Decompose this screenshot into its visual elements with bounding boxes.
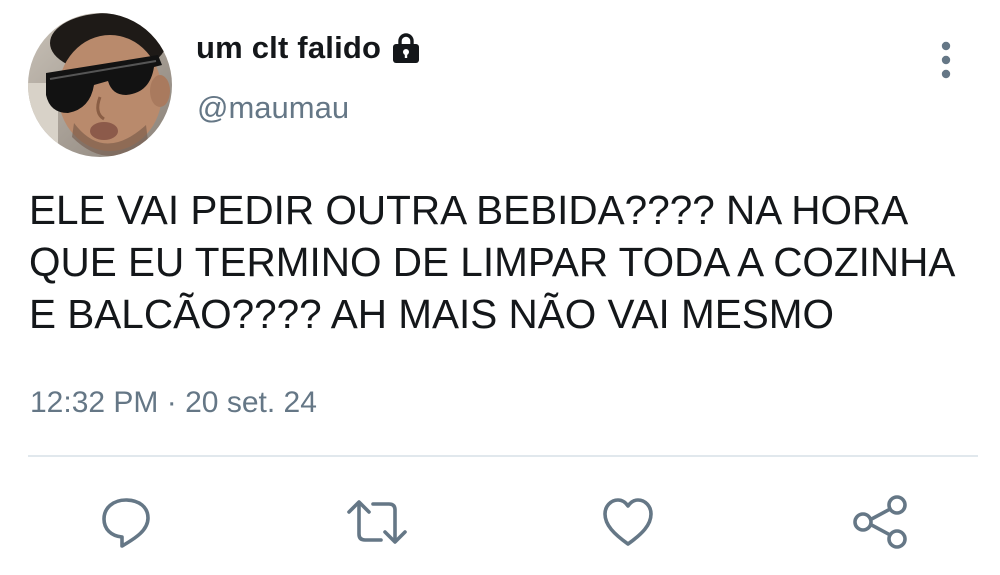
- avatar-image: [28, 13, 172, 157]
- retweet-button[interactable]: [345, 492, 409, 556]
- avatar[interactable]: [28, 13, 172, 157]
- tweet-date: 20 set. 24: [185, 386, 317, 419]
- share-icon: [850, 494, 910, 555]
- meta-separator: ·: [166, 386, 177, 419]
- retweet-icon: [345, 494, 409, 555]
- tweet-timestamp[interactable]: 12:32 PM · 20 set. 24: [30, 384, 317, 422]
- share-button[interactable]: [848, 492, 912, 556]
- handle[interactable]: @maumau: [197, 88, 349, 128]
- heart-icon: [600, 494, 656, 555]
- tweet-time: 12:32 PM: [30, 386, 159, 419]
- reply-button[interactable]: [94, 492, 158, 556]
- divider: [28, 455, 978, 457]
- more-options-icon[interactable]: [930, 38, 962, 82]
- author-name-row[interactable]: um clt falido: [196, 28, 423, 68]
- tweet-text: ELE VAI PEDIR OUTRA BEBIDA???? NA HORA Q…: [29, 187, 956, 337]
- like-button[interactable]: [596, 492, 660, 556]
- reply-icon: [98, 494, 154, 555]
- display-name[interactable]: um clt falido: [196, 28, 381, 68]
- action-bar: [0, 492, 1000, 556]
- lock-icon: [389, 31, 423, 65]
